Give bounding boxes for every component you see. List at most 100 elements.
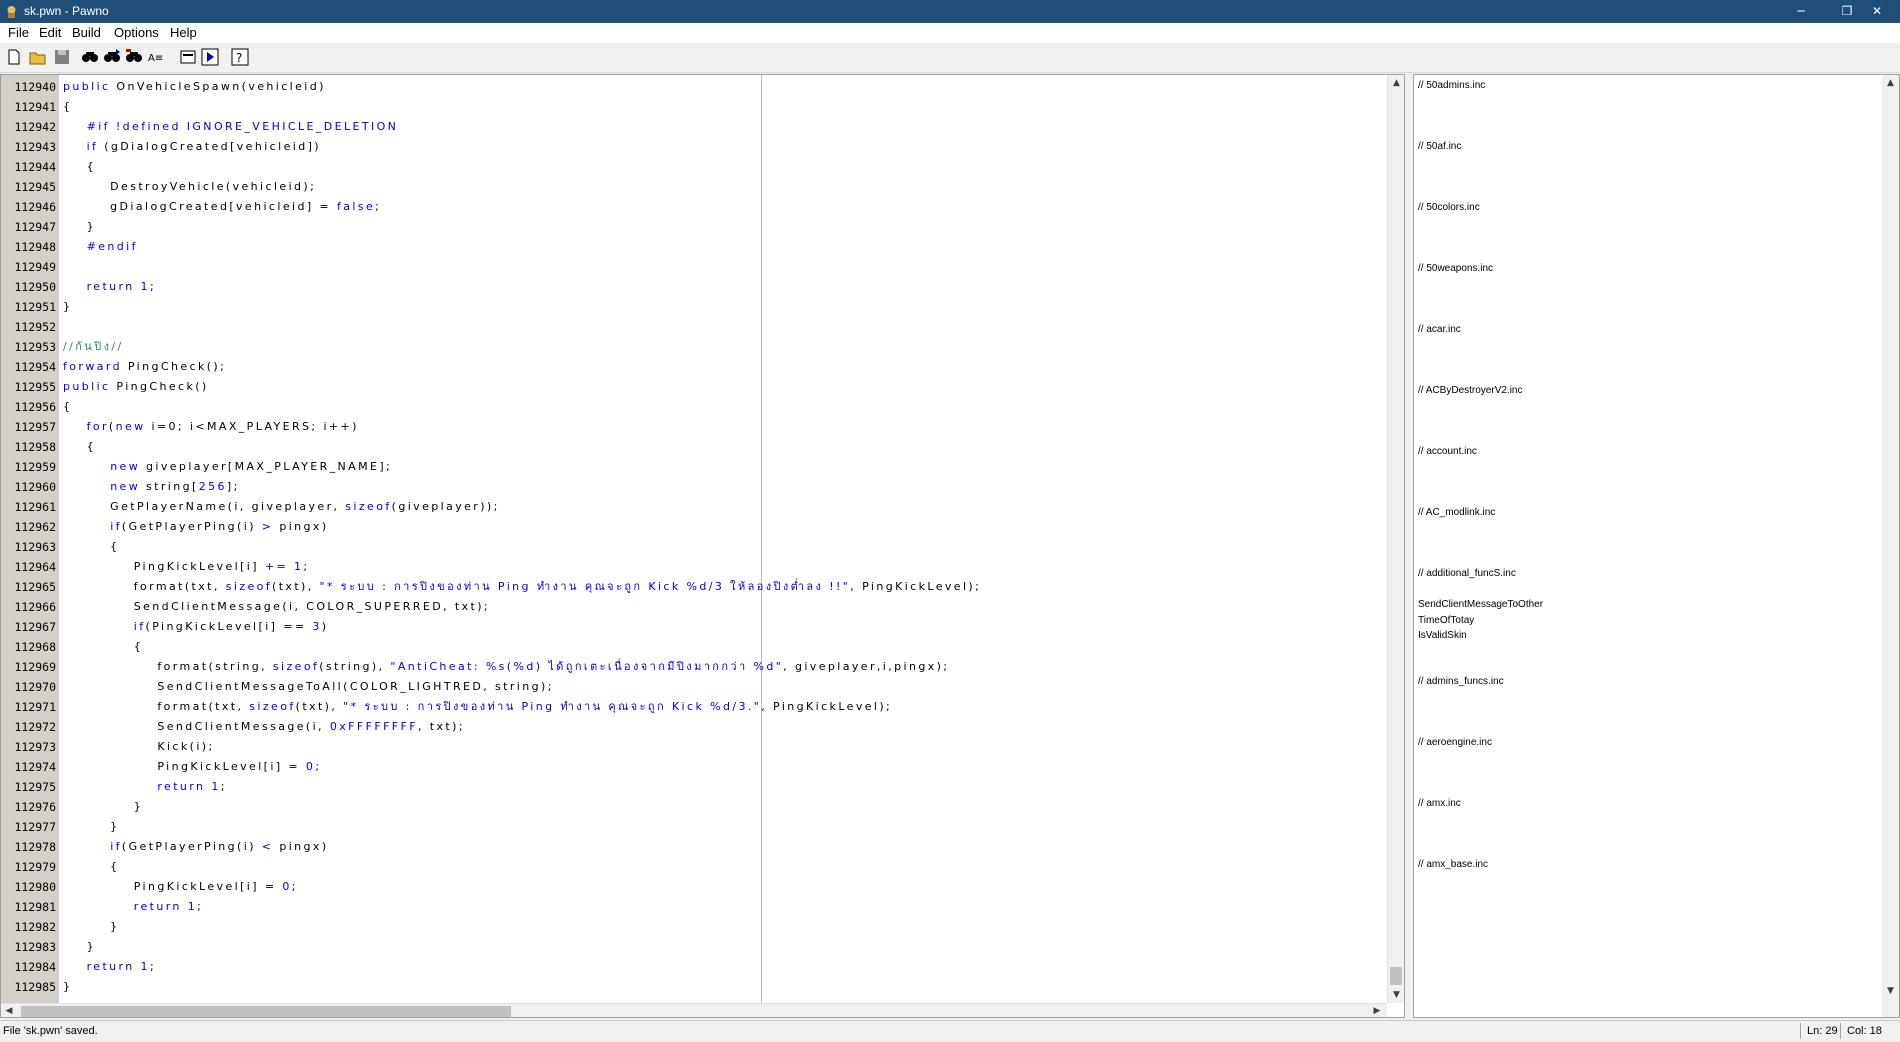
code-line: //กันปิง// — [63, 337, 1383, 357]
editor-horizontal-scroll-thumb[interactable] — [21, 1006, 511, 1017]
include-file-entry[interactable]: // admins_funcs.inc — [1418, 676, 1504, 687]
code-area[interactable]: public OnVehicleSpawn(vehicleid) { #if !d… — [61, 75, 1387, 1003]
menu-options[interactable]: Options — [114, 25, 159, 40]
code-line: } — [63, 937, 1383, 957]
replace-icon[interactable] — [124, 47, 144, 67]
menu-edit[interactable]: Edit — [39, 25, 61, 40]
code-text: , giveplayer,i,pingx); — [783, 660, 950, 673]
function-entry[interactable]: TimeOfTotay — [1418, 615, 1474, 626]
code-line: { — [63, 437, 1383, 457]
code-text: (GetPlayerPing(i) — [121, 840, 262, 853]
scroll-down-arrow-icon[interactable]: ▼ — [1388, 987, 1404, 1003]
include-file-entry[interactable]: // additional_funcS.inc — [1418, 568, 1516, 579]
menu-file[interactable]: File — [8, 25, 29, 40]
code-text: GetPlayerName(i, giveplayer, — [63, 500, 346, 513]
code-text: ; — [149, 960, 157, 973]
scroll-left-arrow-icon[interactable]: ◀ — [1, 1004, 17, 1017]
panel-splitter[interactable] — [1405, 74, 1413, 1018]
include-file-entry[interactable]: // account.inc — [1418, 446, 1477, 457]
include-file-entry[interactable]: // 50admins.inc — [1418, 80, 1485, 91]
code-keyword: if — [133, 620, 146, 633]
function-entry[interactable]: SendClientMessageToOther — [1418, 599, 1543, 610]
code-line: gDialogCreated[vehicleid] = false; — [63, 197, 1383, 217]
editor-vertical-scrollbar[interactable]: ▲ ▼ — [1387, 75, 1404, 1003]
code-line: { — [63, 97, 1383, 117]
code-text: , PingKickLevel); — [850, 580, 982, 593]
code-keyword: return — [86, 960, 135, 973]
function-list-icon[interactable] — [178, 47, 198, 67]
go-to-line-icon[interactable]: A≡ — [146, 47, 166, 67]
code-text: ( — [108, 420, 116, 433]
line-number: 112943 — [14, 140, 56, 154]
editor-vertical-scroll-thumb[interactable] — [1390, 967, 1402, 985]
new-file-icon[interactable] — [4, 47, 24, 67]
line-number: 112940 — [14, 80, 56, 94]
compile-run-icon[interactable] — [200, 47, 220, 67]
line-number: 112965 — [14, 580, 56, 594]
code-keyword: if — [110, 840, 122, 853]
code-text: (txt), — [295, 700, 344, 713]
code-text: { — [63, 540, 120, 553]
find-icon[interactable] — [80, 47, 100, 67]
include-file-entry[interactable]: // ACByDestroyerV2.inc — [1418, 385, 1522, 396]
code-keyword: new — [115, 420, 146, 433]
code-line: Kick(i); — [63, 737, 1383, 757]
func-scroll-up-arrow-icon[interactable]: ▲ — [1882, 75, 1899, 91]
line-number: 112946 — [14, 200, 56, 214]
code-line: if(GetPlayerPing(i) > pingx) — [63, 517, 1383, 537]
find-next-icon[interactable] — [102, 47, 122, 67]
code-line: if (gDialogCreated[vehicleid]) — [63, 137, 1383, 157]
function-list-panel[interactable]: // 50admins.inc // 50af.inc // 50colors.in… — [1413, 74, 1900, 1018]
include-file-entry[interactable]: // 50af.inc — [1418, 141, 1461, 152]
code-keyword: public — [63, 380, 111, 393]
function-entry[interactable]: IsValidSkin — [1418, 630, 1467, 641]
include-file-entry[interactable]: // aeroengine.inc — [1418, 737, 1492, 748]
save-icon[interactable] — [52, 47, 72, 67]
code-text: giveplayer[MAX_PLAYER_NAME]; — [140, 460, 393, 473]
include-file-entry[interactable]: // 50colors.inc — [1418, 202, 1480, 213]
code-keyword: sizeof — [272, 660, 320, 673]
func-scroll-down-arrow-icon[interactable]: ▼ — [1882, 983, 1899, 999]
help-icon[interactable]: ? — [230, 47, 250, 67]
open-file-icon[interactable] — [28, 47, 48, 67]
code-keyword: > — [261, 520, 274, 533]
menu-help[interactable]: Help — [170, 25, 197, 40]
line-number: 112956 — [14, 400, 56, 414]
code-keyword: "* ระบบ : การปิงของท่าน Ping ทำงาน คุณจะ… — [343, 700, 762, 713]
code-keyword: public — [63, 80, 111, 93]
code-text: (gDialogCreated[vehicleid]) — [98, 140, 321, 153]
line-number: 112981 — [14, 900, 56, 914]
code-keyword: 1 — [293, 560, 304, 573]
code-editor[interactable]: 112940 112941 112942 112943 112944 112945 1129… — [0, 74, 1405, 1018]
include-file-entry[interactable]: // amx_base.inc — [1418, 859, 1488, 870]
code-text: ; — [197, 900, 204, 913]
line-number: 112972 — [14, 720, 56, 734]
menu-build[interactable]: Build — [72, 25, 101, 40]
code-line: public OnVehicleSpawn(vehicleid) — [63, 77, 1383, 97]
function-list-scrollbar[interactable]: ▲ ▼ — [1882, 75, 1899, 1017]
code-keyword: new — [110, 460, 141, 473]
scroll-up-arrow-icon[interactable]: ▲ — [1388, 75, 1404, 91]
include-file-entry[interactable]: // amx.inc — [1418, 798, 1461, 809]
editor-horizontal-scrollbar[interactable]: ◀ ▶ — [1, 1003, 1387, 1017]
close-button[interactable]: ✕ — [1854, 0, 1900, 23]
include-file-entry[interactable]: // acar.inc — [1418, 324, 1461, 335]
minimize-button[interactable]: ─ — [1778, 0, 1824, 23]
scroll-right-arrow-icon[interactable]: ▶ — [1369, 1004, 1385, 1017]
line-number: 112949 — [14, 260, 56, 274]
code-keyword: return — [86, 280, 135, 293]
include-file-entry[interactable]: // AC_modlink.inc — [1418, 507, 1495, 518]
include-file-entry[interactable]: // 50weapons.inc — [1418, 263, 1493, 274]
code-text: } — [63, 300, 73, 313]
code-text: ; — [303, 560, 310, 573]
code-line: new giveplayer[MAX_PLAYER_NAME]; — [63, 457, 1383, 477]
line-number: 112980 — [14, 880, 56, 894]
line-number: 112966 — [14, 600, 56, 614]
code-text: DestroyVehicle(vehicleid); — [63, 180, 317, 193]
